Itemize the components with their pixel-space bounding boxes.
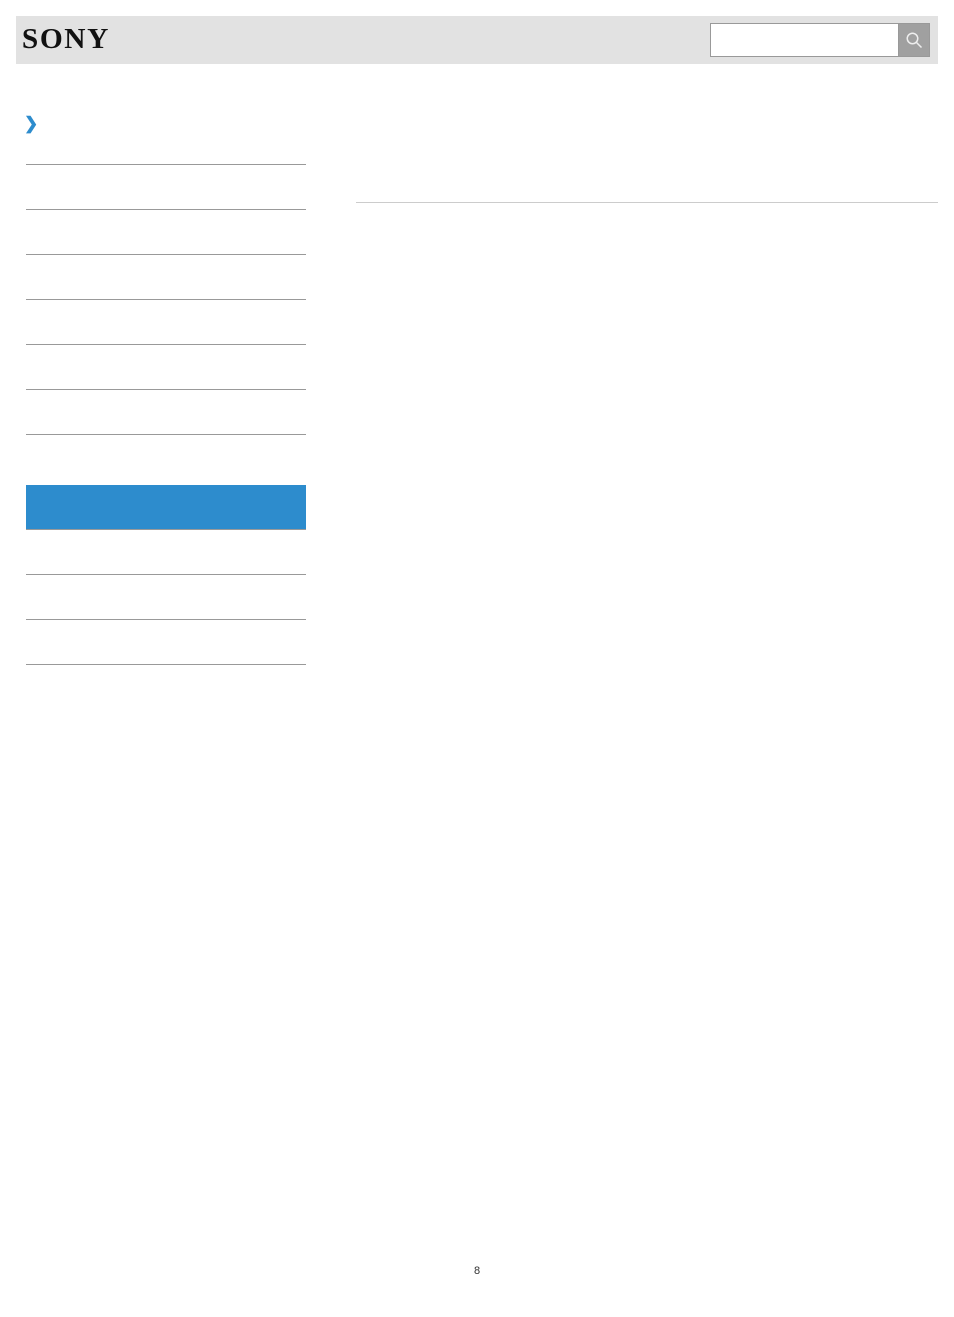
main-content (356, 164, 938, 665)
breadcrumb: ❯ (24, 114, 938, 134)
sidebar-item[interactable] (26, 575, 306, 620)
page-number: 8 (16, 1265, 938, 1277)
brand-logo: SONY (22, 24, 110, 56)
sidebar-item[interactable] (26, 165, 306, 210)
sidebar-item[interactable] (26, 530, 306, 575)
search-box (710, 23, 930, 57)
sidebar-item[interactable] (26, 300, 306, 345)
sidebar-item[interactable] (26, 345, 306, 390)
sidebar-nav (26, 164, 306, 665)
sidebar-item[interactable] (26, 620, 306, 665)
sidebar-item[interactable] (26, 210, 306, 255)
chevron-right-icon: ❯ (24, 114, 38, 134)
search-icon (905, 31, 923, 49)
sidebar-item[interactable] (26, 390, 306, 435)
sidebar-gap (26, 435, 306, 485)
content-divider (356, 202, 938, 203)
search-button[interactable] (899, 24, 929, 56)
sidebar-item[interactable] (26, 255, 306, 300)
header-bar: SONY (16, 16, 938, 64)
sidebar-item-active[interactable] (26, 485, 306, 530)
search-input[interactable] (711, 24, 899, 56)
